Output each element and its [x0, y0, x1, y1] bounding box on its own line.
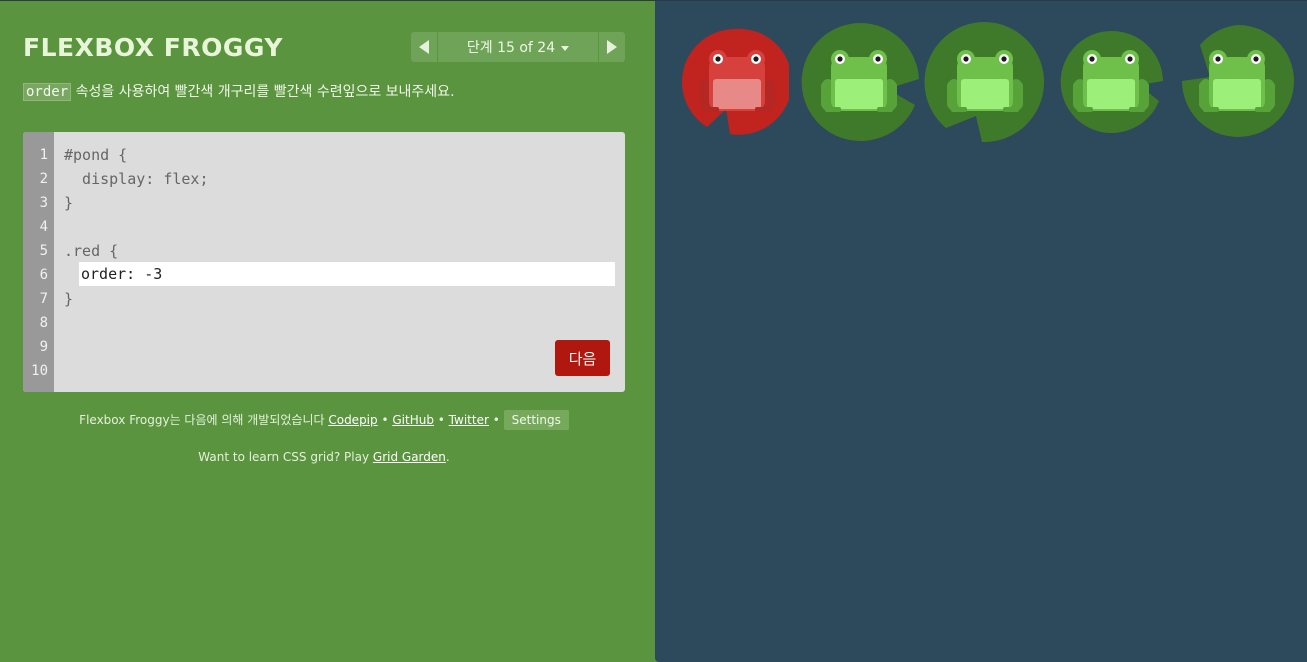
code-line: display: flex; — [64, 170, 209, 188]
credits: Flexbox Froggy는 다음에 의해 개발되었습니다 Codepip •… — [0, 410, 648, 430]
line-number: 2 — [39, 171, 48, 187]
line-number-gutter: 1 2 3 4 5 6 7 8 9 10 — [23, 132, 54, 392]
arrow-right-icon — [607, 40, 617, 54]
app-title: FLEXBOX FROGGY — [23, 33, 283, 62]
level-indicator[interactable]: 단계 15 of 24 — [437, 32, 599, 62]
separator: • — [377, 413, 393, 427]
github-link[interactable]: GitHub — [392, 413, 434, 427]
green-frog — [821, 50, 897, 112]
codepip-link[interactable]: Codepip — [328, 413, 377, 427]
next-level-button[interactable] — [598, 32, 625, 62]
line-number: 4 — [39, 219, 48, 235]
code-line: } — [64, 194, 74, 212]
grid-garden-link[interactable]: Grid Garden — [373, 450, 446, 464]
promo-suffix: . — [445, 450, 450, 464]
code-line: #pond { — [64, 146, 128, 164]
line-number: 1 — [39, 147, 48, 163]
grid-garden-promo: Want to learn CSS grid? Play Grid Garden… — [0, 447, 648, 467]
line-number: 6 — [39, 267, 48, 283]
code-line: } — [64, 290, 74, 308]
instructions: order 속성을 사용하여 빨간색 개구리를 빨간색 수련잎으로 보내주세요. — [23, 81, 455, 103]
level-navigation: 단계 15 of 24 — [411, 32, 625, 62]
separator: • — [433, 413, 449, 427]
settings-button[interactable]: Settings — [503, 410, 569, 430]
line-number: 9 — [39, 339, 48, 355]
arrow-left-icon — [419, 40, 429, 54]
next-button[interactable]: 다음 — [555, 340, 610, 376]
green-frog — [1073, 50, 1149, 112]
promo-text: Want to learn CSS grid? Play — [198, 450, 373, 464]
css-answer-input[interactable] — [79, 262, 615, 286]
line-number: 10 — [31, 363, 48, 379]
line-number: 3 — [39, 195, 48, 211]
instruction-text: 속성을 사용하여 빨간색 개구리를 빨간색 수련잎으로 보내주세요. — [71, 84, 455, 100]
code-line: .red { — [64, 242, 119, 260]
instruction-code-word: order — [23, 83, 72, 101]
green-frog — [1199, 50, 1275, 112]
level-indicator-label: 단계 15 of 24 — [466, 40, 556, 56]
line-number: 8 — [39, 315, 48, 331]
twitter-link[interactable]: Twitter — [449, 413, 489, 427]
line-number: 7 — [39, 291, 48, 307]
code-editor: 1 2 3 4 5 6 7 8 9 10 #pond { display: fl… — [23, 132, 625, 392]
previous-level-button[interactable] — [411, 32, 438, 62]
credits-text: Flexbox Froggy는 다음에 의해 개발되었습니다 — [79, 413, 329, 427]
line-number: 5 — [39, 243, 48, 259]
separator: • — [488, 413, 504, 427]
red-frog — [699, 50, 775, 112]
green-frog — [947, 50, 1023, 112]
caret-down-icon — [561, 45, 570, 51]
